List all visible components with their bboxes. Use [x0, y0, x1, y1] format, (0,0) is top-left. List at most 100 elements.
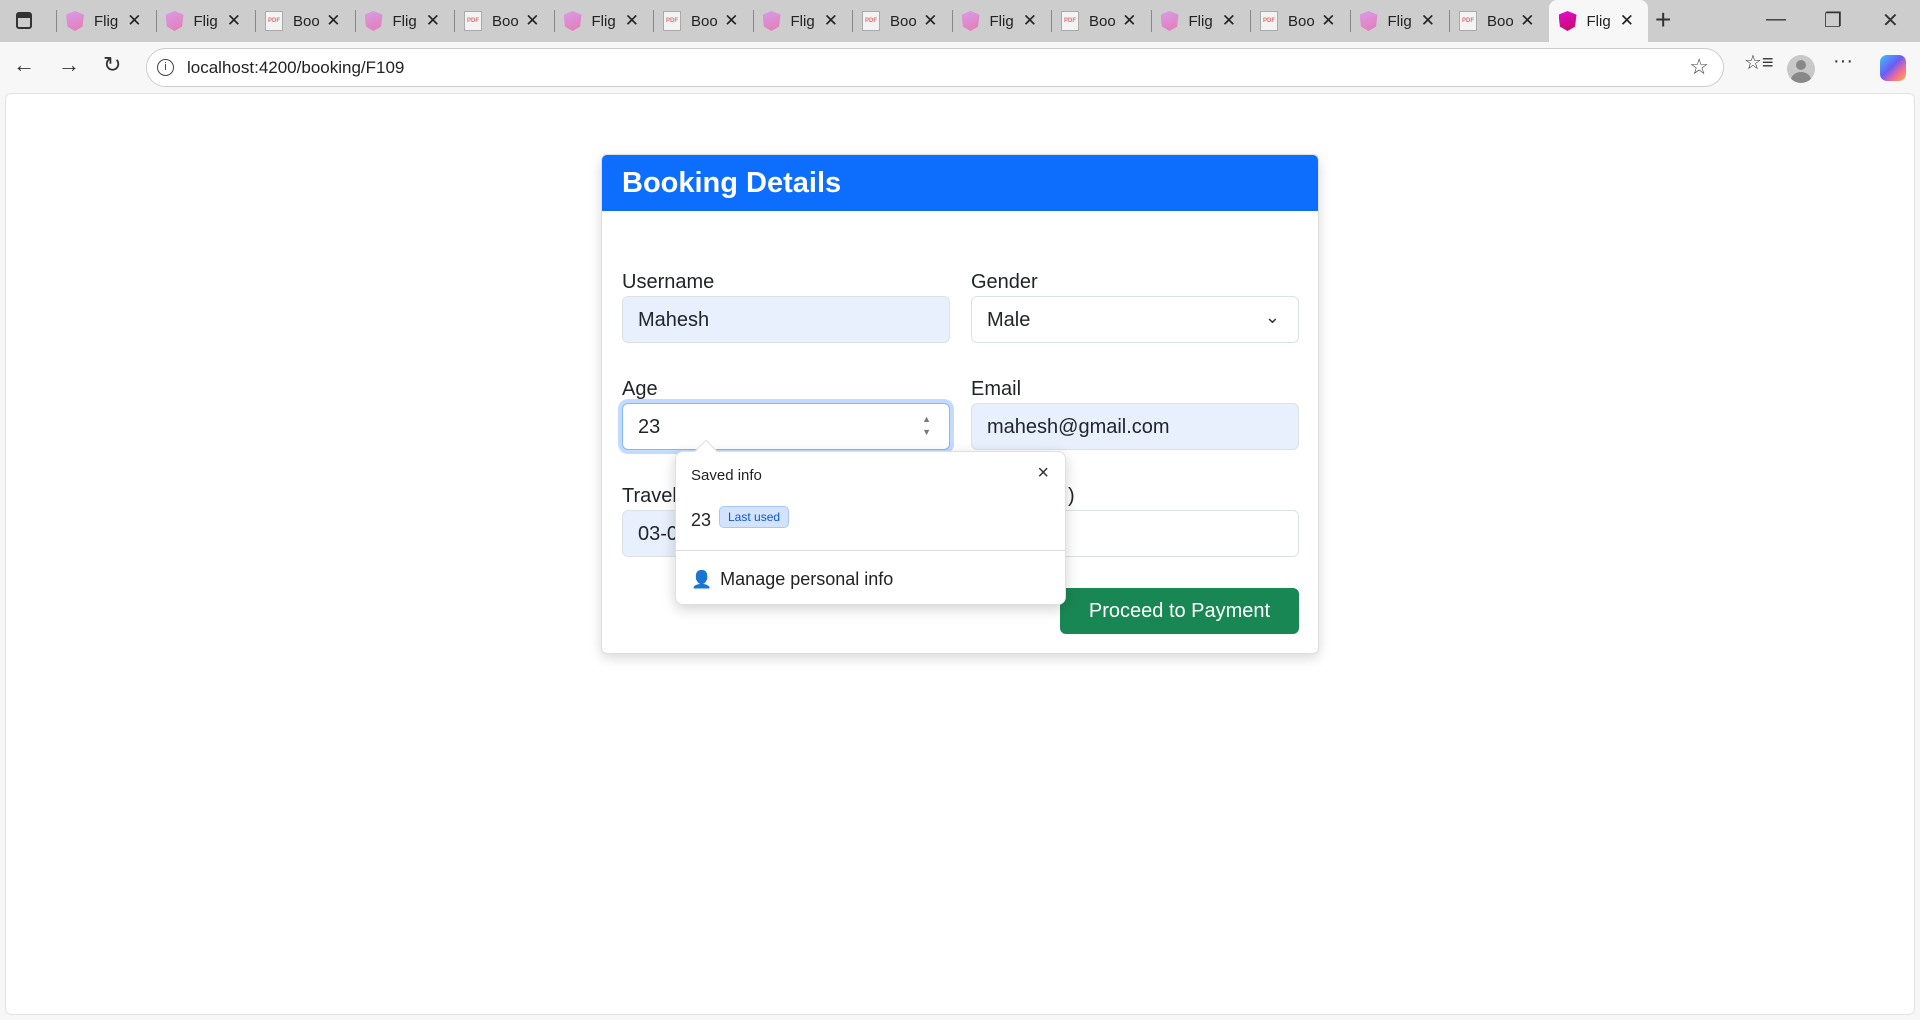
tab-label: Boo: [1288, 12, 1315, 30]
username-input[interactable]: Mahesh: [622, 296, 950, 343]
pdf-icon: PDF: [1061, 11, 1079, 31]
tab[interactable]: PDF Boo ✕: [653, 0, 753, 42]
tab[interactable]: Flig ✕: [354, 0, 455, 42]
close-icon[interactable]: ×: [1037, 462, 1049, 485]
angular-icon: [364, 11, 383, 31]
close-tab-icon[interactable]: ✕: [625, 11, 639, 31]
tab-label: Flig: [193, 12, 218, 30]
tab-label: Flig: [790, 12, 815, 30]
angular-icon: [165, 11, 184, 31]
favorites-icon[interactable]: ☆≡: [1744, 50, 1774, 75]
minimize-button[interactable]: —: [1766, 8, 1786, 31]
tab[interactable]: Flig ✕: [56, 0, 156, 42]
tab[interactable]: Flig ✕: [752, 0, 853, 42]
pdf-icon: PDF: [1260, 11, 1278, 31]
manage-personal-info-link[interactable]: 👤 Manage personal info: [691, 569, 893, 590]
close-tab-icon[interactable]: ✕: [1222, 11, 1236, 31]
new-tab-button[interactable]: +: [1655, 4, 1671, 36]
tab[interactable]: PDF Boo ✕: [1449, 0, 1549, 42]
angular-icon: [66, 11, 84, 31]
close-tab-icon[interactable]: ✕: [1520, 11, 1534, 31]
gender-label: Gender: [971, 271, 1038, 293]
proceed-to-payment-button[interactable]: Proceed to Payment: [1060, 588, 1299, 634]
tab-label: Boo: [691, 12, 718, 30]
close-tab-icon[interactable]: ✕: [326, 11, 340, 31]
more-menu-icon[interactable]: ···: [1833, 50, 1853, 73]
seats-label: ): [1068, 485, 1075, 507]
tab[interactable]: Flig ✕: [155, 0, 256, 42]
close-tab-icon[interactable]: ✕: [1321, 11, 1335, 31]
age-input[interactable]: 23 ▲ ▼: [622, 403, 950, 450]
pdf-icon: PDF: [464, 11, 482, 31]
close-tab-icon[interactable]: ✕: [724, 11, 738, 31]
tab[interactable]: Flig ✕: [951, 0, 1052, 42]
tab[interactable]: PDF Boo ✕: [1250, 0, 1350, 42]
card-title: Booking Details: [602, 155, 1318, 211]
close-tab-icon[interactable]: ✕: [1421, 11, 1435, 31]
close-window-button[interactable]: ✕: [1882, 8, 1899, 33]
gender-value: Male: [987, 309, 1031, 331]
autofill-suggestion[interactable]: 23: [691, 510, 711, 531]
age-label: Age: [622, 378, 658, 400]
tab[interactable]: PDF Boo ✕: [454, 0, 554, 42]
restore-button[interactable]: ❐: [1824, 8, 1842, 33]
forward-button[interactable]: →: [58, 52, 80, 78]
angular-icon: [563, 11, 582, 31]
close-tab-icon[interactable]: ✕: [824, 11, 838, 31]
angular-icon: [961, 11, 980, 31]
copilot-icon[interactable]: [1880, 55, 1906, 81]
tab-label: Boo: [1487, 12, 1514, 30]
close-tab-icon[interactable]: ✕: [923, 11, 937, 31]
sidebar-toggle-icon[interactable]: [16, 12, 32, 29]
close-tab-icon[interactable]: ✕: [1023, 11, 1037, 31]
number-spinner-icon[interactable]: ▲ ▼: [922, 413, 931, 439]
close-tab-icon[interactable]: ✕: [1620, 11, 1634, 31]
popup-title: Saved info: [691, 467, 762, 484]
tab[interactable]: Flig ✕: [1349, 0, 1450, 42]
gender-select[interactable]: Male ⌄: [971, 296, 1299, 343]
tab-label: Boo: [293, 12, 320, 30]
travel-date-label: Travel: [622, 485, 677, 507]
tab[interactable]: PDF Boo ✕: [255, 0, 355, 42]
person-card-icon: 👤: [691, 569, 713, 589]
close-tab-icon[interactable]: ✕: [525, 11, 539, 31]
last-used-badge: Last used: [719, 506, 790, 528]
address-input[interactable]: i localhost:4200/booking/F109 ☆: [146, 48, 1724, 87]
tab-label: Flig: [1387, 12, 1412, 30]
divider: [676, 550, 1065, 551]
age-value: 23: [638, 416, 661, 438]
tab[interactable]: PDF Boo ✕: [1051, 0, 1151, 42]
pdf-icon: PDF: [862, 11, 880, 31]
email-label: Email: [971, 378, 1022, 400]
tab-label: Flig: [989, 12, 1014, 30]
url-text: localhost:4200/booking/F109: [187, 58, 405, 77]
site-info-icon[interactable]: i: [157, 59, 174, 76]
pdf-icon: PDF: [1459, 11, 1477, 31]
close-tab-icon[interactable]: ✕: [227, 11, 241, 31]
tab-strip: Flig ✕ Flig ✕ PDF Boo ✕ Flig ✕ PDF Boo ✕ Flig ✕ PDF Boo…: [0, 0, 1920, 42]
tab-list: Flig ✕ Flig ✕ PDF Boo ✕ Flig ✕ PDF Boo ✕ Flig ✕ PDF Boo…: [56, 0, 1648, 42]
angular-icon: [762, 11, 781, 31]
address-bar-row: ← → ↻ i localhost:4200/booking/F109 ☆ ☆≡…: [0, 42, 1920, 93]
pdf-icon: PDF: [663, 11, 681, 31]
tab[interactable]: Flig ✕: [1150, 0, 1251, 42]
tab[interactable]: PDF Boo ✕: [852, 0, 952, 42]
email-input[interactable]: mahesh@gmail.com: [971, 403, 1299, 450]
reload-button[interactable]: ↻: [103, 52, 121, 78]
close-tab-icon[interactable]: ✕: [127, 11, 141, 31]
tab-label: Flig: [392, 12, 417, 30]
close-tab-icon[interactable]: ✕: [426, 11, 440, 31]
tab-label: Flig: [591, 12, 616, 30]
back-button[interactable]: ←: [13, 52, 35, 78]
profile-avatar[interactable]: [1787, 55, 1815, 83]
tab[interactable]: Flig ✕: [553, 0, 654, 42]
tab-label: Boo: [1089, 12, 1116, 30]
tab[interactable]: Flig ✕: [1548, 0, 1648, 42]
favorite-star-icon[interactable]: ☆: [1689, 54, 1709, 80]
tab-label: Flig: [94, 12, 119, 30]
tab-label: Boo: [492, 12, 519, 30]
tab-label: Flig: [1188, 12, 1213, 30]
angular-icon: [1359, 11, 1378, 31]
close-tab-icon[interactable]: ✕: [1122, 11, 1136, 31]
autofill-popup: Saved info × 23 Last used 👤 Manage person…: [675, 439, 1066, 605]
